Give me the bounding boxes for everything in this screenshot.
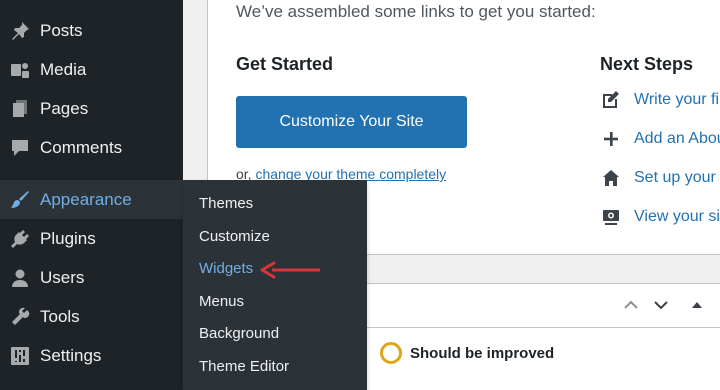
media-icon — [9, 59, 31, 81]
home-icon — [600, 167, 622, 189]
next-step-write[interactable]: Write your fi — [600, 88, 719, 112]
view-icon — [600, 206, 622, 228]
move-up-icon[interactable] — [622, 296, 640, 314]
sidebar-item-label: Pages — [40, 98, 89, 118]
sidebar-item-comments[interactable]: Comments — [0, 128, 183, 167]
sidebar-item-label: Settings — [40, 345, 102, 365]
submenu-customize[interactable]: Customize — [199, 228, 270, 245]
annotation-arrow-icon — [260, 261, 320, 279]
pushpin-icon — [9, 20, 31, 42]
sidebar-item-settings[interactable]: Settings — [0, 336, 183, 375]
comment-icon — [9, 137, 31, 159]
edit-icon — [600, 89, 622, 111]
status-ring-icon — [380, 342, 402, 364]
sidebar-item-label: Users — [40, 267, 85, 287]
welcome-intro: We’ve assembled some links to get you st… — [236, 2, 596, 21]
customize-site-button[interactable]: Customize Your Site — [236, 96, 467, 148]
wrench-icon — [9, 306, 31, 328]
status-text: Should be improved — [410, 344, 555, 362]
appearance-submenu: Themes Customize Widgets Menus Backgroun… — [183, 180, 367, 390]
sidebar-item-label: Media — [40, 59, 87, 79]
next-step-label: View your si — [634, 208, 720, 225]
submenu-menus[interactable]: Menus — [199, 293, 244, 310]
sidebar-item-label: Plugins — [40, 228, 96, 248]
submenu-theme-editor[interactable]: Theme Editor — [199, 358, 289, 375]
user-icon — [9, 267, 31, 289]
sidebar-item-pages[interactable]: Pages — [0, 89, 183, 128]
get-started-title: Get Started — [236, 54, 334, 74]
sidebar-item-users[interactable]: Users — [0, 258, 183, 297]
admin-sidebar: Posts Media Pages Comments Appearance Pl… — [0, 0, 183, 390]
next-step-label: Write your fi — [634, 91, 720, 108]
sidebar-item-label: Tools — [40, 306, 80, 326]
submenu-themes[interactable]: Themes — [199, 195, 253, 212]
move-down-icon[interactable] — [652, 296, 670, 314]
toggle-panel-icon[interactable] — [688, 296, 706, 314]
sidebar-item-label: Posts — [40, 20, 83, 40]
sidebar-item-label: Comments — [40, 137, 123, 157]
current-menu-pointer — [173, 190, 183, 210]
plug-icon — [9, 228, 31, 250]
settings-icon — [9, 345, 31, 367]
health-status: Should be improved — [380, 342, 554, 364]
paintbrush-icon — [9, 189, 31, 211]
next-step-label: Set up your — [634, 169, 716, 186]
sidebar-item-plugins[interactable]: Plugins — [0, 219, 183, 258]
sidebar-item-posts[interactable]: Posts — [0, 11, 183, 50]
submenu-widgets[interactable]: Widgets — [199, 260, 253, 277]
next-step-homepage[interactable]: Set up your — [600, 166, 716, 190]
sidebar-item-media[interactable]: Media — [0, 50, 183, 89]
submenu-background[interactable]: Background — [199, 325, 279, 342]
sidebar-item-appearance[interactable]: Appearance — [0, 180, 183, 219]
next-steps-title: Next Steps — [600, 54, 694, 74]
pages-icon — [9, 98, 31, 120]
sidebar-item-label: Appearance — [40, 189, 132, 209]
next-step-label: Add an Abou — [634, 130, 720, 147]
next-step-view-site[interactable]: View your si — [600, 205, 720, 229]
sidebar-item-tools[interactable]: Tools — [0, 297, 183, 336]
plus-icon — [600, 128, 622, 150]
next-step-about[interactable]: Add an Abou — [600, 127, 720, 151]
